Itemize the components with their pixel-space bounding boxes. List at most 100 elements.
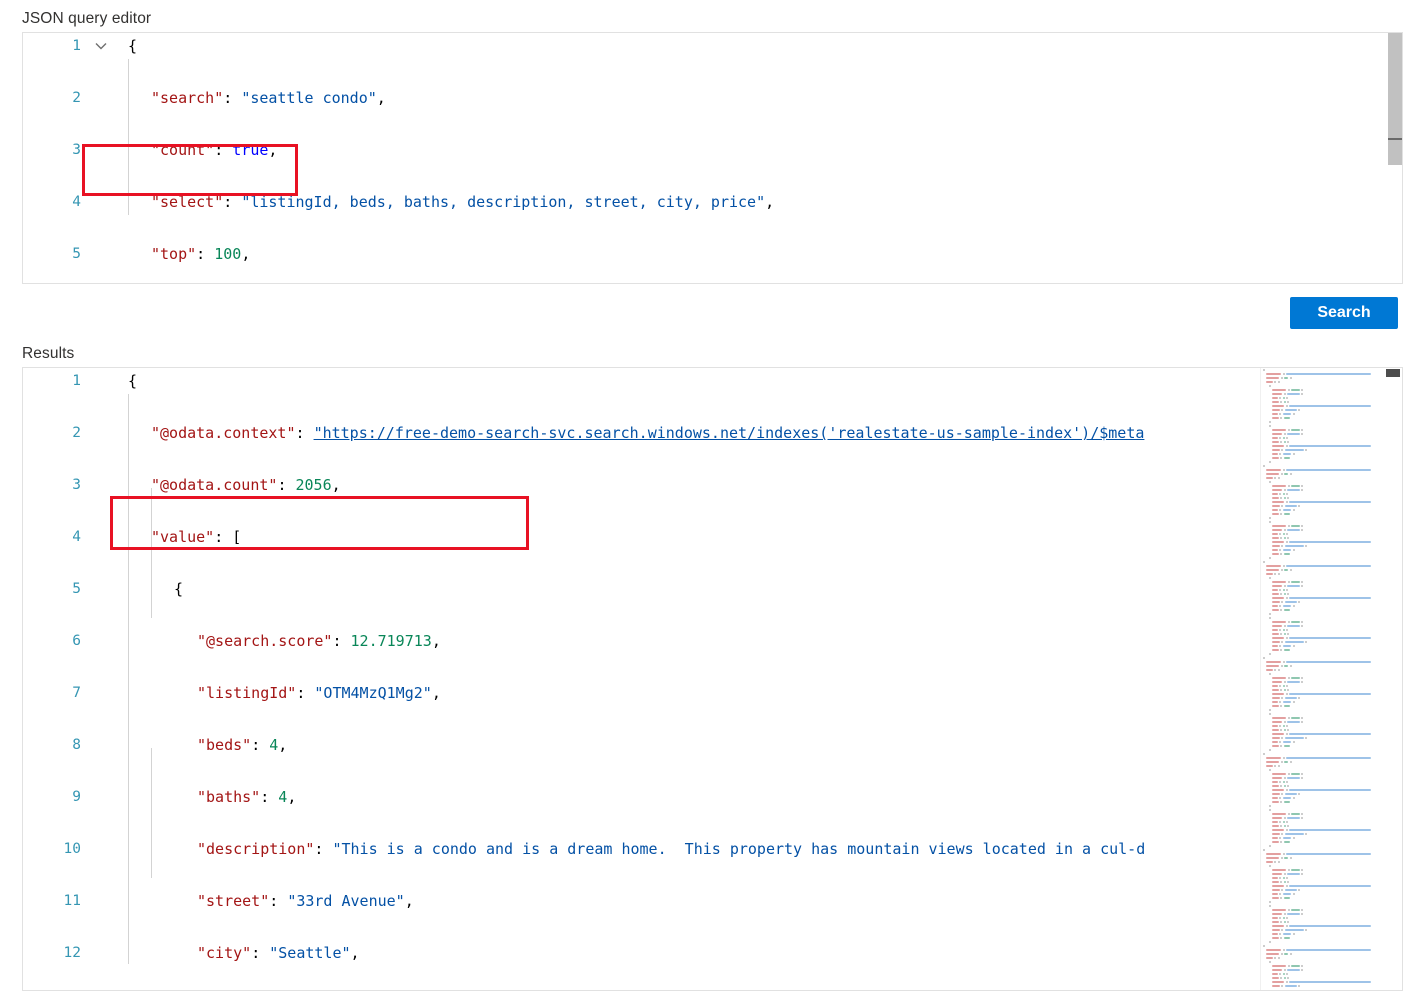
- minimap-token: [1272, 457, 1279, 459]
- minimap-token: [1272, 701, 1278, 703]
- token-link[interactable]: "https://free-demo-search-svc.search.win…: [314, 424, 1145, 442]
- minimap-token: [1287, 593, 1289, 595]
- results-editor[interactable]: 1{ 2"@odata.context": "https://free-demo-…: [22, 367, 1403, 991]
- minimap-token: [1301, 525, 1303, 527]
- minimap-token: [1272, 597, 1284, 599]
- minimap-token: [1280, 705, 1282, 707]
- code-line[interactable]: 10"description": "This is a condo and is…: [23, 836, 1262, 862]
- code-line-text: "beds": 4,: [197, 732, 287, 758]
- results-editor-content[interactable]: 1{ 2"@odata.context": "https://free-demo-…: [23, 368, 1262, 990]
- minimap-token: [1285, 929, 1304, 931]
- minimap-token: [1274, 477, 1276, 479]
- results-editor-scrollbar[interactable]: [1386, 368, 1402, 990]
- token-punc: ,: [287, 788, 296, 806]
- minimap-token: [1284, 569, 1288, 571]
- minimap-token: [1287, 393, 1299, 395]
- token-punc: :: [223, 193, 241, 211]
- minimap-token: [1301, 393, 1303, 395]
- code-line[interactable]: 4"select": "listingId, beds, baths, desc…: [23, 189, 1402, 215]
- code-line[interactable]: 3"@odata.count": 2056,: [23, 472, 1262, 498]
- results-minimap[interactable]: [1260, 368, 1382, 990]
- minimap-token: [1293, 549, 1295, 551]
- minimap-token: [1289, 445, 1371, 447]
- code-line[interactable]: 7"listingId": "OTM4MzQ1Mg2",: [23, 680, 1262, 706]
- minimap-token: [1272, 933, 1278, 935]
- minimap-token: [1272, 601, 1280, 603]
- minimap-token: [1287, 625, 1299, 627]
- minimap-token: [1301, 869, 1303, 871]
- line-number: 6: [23, 628, 81, 654]
- minimap-token: [1286, 757, 1371, 759]
- minimap-token: [1272, 393, 1282, 395]
- minimap-token: [1280, 689, 1282, 691]
- minimap-token: [1272, 881, 1279, 883]
- minimap-token: [1281, 985, 1283, 987]
- token-punc: :: [223, 89, 241, 107]
- code-line[interactable]: 8"beds": 4,: [23, 732, 1262, 758]
- minimap-token: [1272, 441, 1279, 443]
- token-punc: :: [277, 476, 295, 494]
- minimap-token: [1272, 921, 1279, 923]
- minimap-token: [1286, 589, 1288, 591]
- minimap-token: [1283, 589, 1285, 591]
- query-editor-scrollbar-thumb[interactable]: [1388, 33, 1402, 165]
- minimap-token: [1281, 665, 1283, 667]
- minimap-token: [1266, 957, 1273, 959]
- code-line[interactable]: 12"city": "Seattle",: [23, 940, 1262, 966]
- token-num: 4: [269, 736, 278, 754]
- query-editor-scrollbar[interactable]: [1388, 33, 1402, 283]
- minimap-token: [1278, 477, 1280, 479]
- code-line[interactable]: 11"street": "33rd Avenue",: [23, 888, 1262, 914]
- code-line[interactable]: 5"top": 100,: [23, 241, 1402, 267]
- minimap-token: [1272, 621, 1286, 623]
- minimap-token: [1266, 661, 1281, 663]
- code-line[interactable]: 1{: [23, 33, 1402, 59]
- minimap-token: [1283, 645, 1292, 647]
- minimap-token: [1284, 401, 1286, 403]
- minimap-token: [1283, 509, 1292, 511]
- minimap-token: [1286, 685, 1288, 687]
- minimap-token: [1289, 789, 1371, 791]
- code-line[interactable]: 4"value": [: [23, 524, 1262, 550]
- minimap-token: [1283, 893, 1292, 895]
- minimap-token: [1279, 821, 1281, 823]
- minimap-token: [1284, 593, 1286, 595]
- code-line[interactable]: 3"count": true,: [23, 137, 1402, 163]
- code-line[interactable]: 5{: [23, 576, 1262, 602]
- code-line[interactable]: 1{: [23, 368, 1262, 394]
- token-punc: {: [128, 37, 137, 55]
- json-query-editor[interactable]: 1{ 2"search": "seattle condo", 3"count": t…: [22, 32, 1403, 284]
- results-editor-scrollbar-thumb[interactable]: [1386, 369, 1400, 377]
- minimap-token: [1301, 817, 1303, 819]
- token-punc: :: [332, 632, 350, 650]
- code-line[interactable]: 2"search": "seattle condo",: [23, 85, 1402, 111]
- minimap-token: [1287, 913, 1299, 915]
- minimap-token: [1272, 489, 1282, 491]
- json-query-editor-content[interactable]: 1{ 2"search": "seattle condo", 3"count": t…: [23, 33, 1402, 283]
- minimap-token: [1283, 821, 1285, 823]
- minimap-token: [1272, 777, 1282, 779]
- code-line[interactable]: 2"@odata.context": "https://free-demo-se…: [23, 420, 1262, 446]
- minimap-token: [1279, 589, 1281, 591]
- code-line-text: "baths": 4,: [197, 784, 296, 810]
- minimap-token: [1289, 541, 1371, 543]
- minimap-token: [1266, 761, 1279, 763]
- minimap-token: [1269, 805, 1271, 807]
- code-line[interactable]: 9"baths": 4,: [23, 784, 1262, 810]
- token-key: "street": [197, 892, 269, 910]
- minimap-token: [1305, 449, 1307, 451]
- minimap-token: [1284, 953, 1288, 955]
- token-key: "@odata.count": [151, 476, 277, 494]
- minimap-token: [1284, 393, 1286, 395]
- code-line[interactable]: 6"@search.score": 12.719713,: [23, 628, 1262, 654]
- minimap-token: [1269, 809, 1271, 811]
- minimap-token: [1284, 689, 1286, 691]
- search-button[interactable]: Search: [1290, 297, 1398, 329]
- minimap-token: [1281, 601, 1283, 603]
- chevron-down-icon[interactable]: [95, 33, 111, 59]
- minimap-token: [1280, 513, 1282, 515]
- minimap-token: [1279, 933, 1281, 935]
- minimap-token: [1284, 721, 1286, 723]
- minimap-token: [1281, 409, 1283, 411]
- minimap-token: [1266, 861, 1273, 863]
